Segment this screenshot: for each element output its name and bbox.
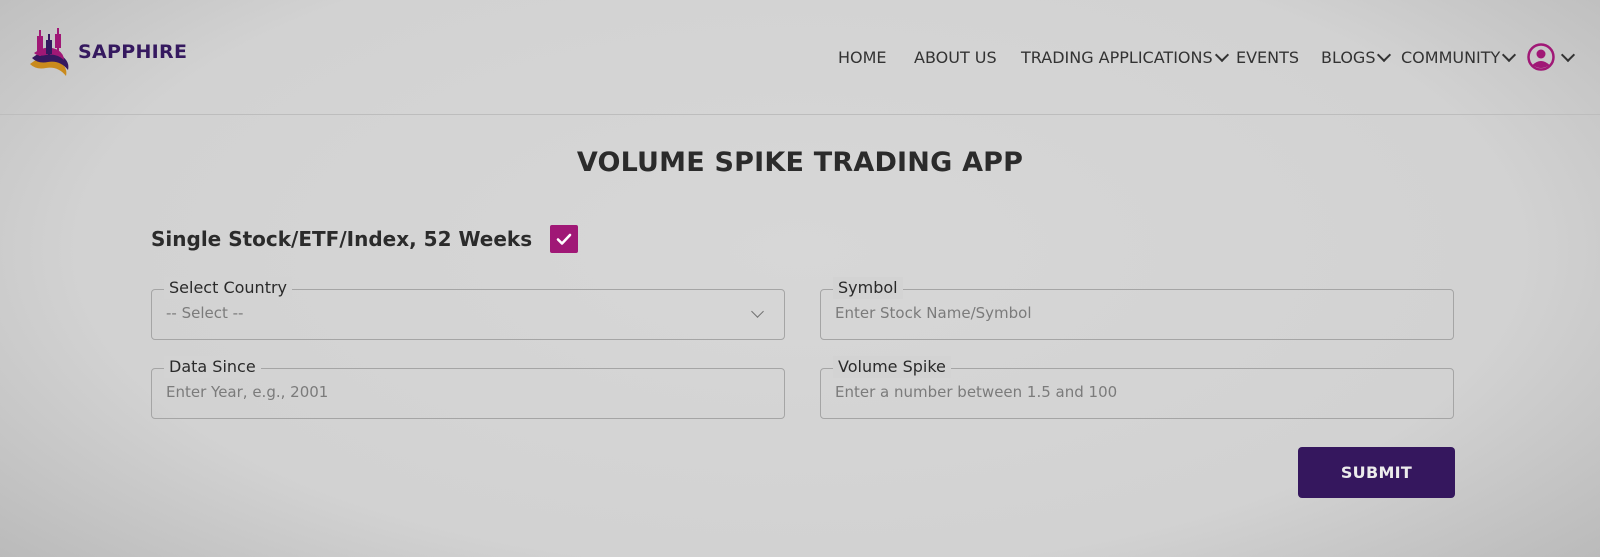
nav-item-label: EVENTS: [1236, 47, 1300, 67]
nav-item-label: BLOGS: [1321, 47, 1376, 67]
nav-item-label: COMMUNITY: [1401, 47, 1501, 67]
nav-item-home[interactable]: HOME: [838, 40, 887, 74]
mode-label: Single Stock/ETF/Index, 52 Weeks: [151, 227, 533, 251]
nav-item-label: TRADING APPLICATIONS: [1021, 47, 1213, 67]
user-circle-icon: [1527, 43, 1555, 71]
checkmark-icon: [556, 233, 572, 245]
nav-item-events[interactable]: EVENTS: [1236, 40, 1299, 74]
chevron-down-icon: [1377, 47, 1392, 62]
main-nav: HOME ABOUT US TRADING APPLICATIONS EVENT…: [0, 40, 1600, 74]
mode-option: Single Stock/ETF/Index, 52 Weeks: [151, 224, 579, 254]
nav-item-trading-applications[interactable]: TRADING APPLICATIONS: [1021, 40, 1229, 74]
nav-item-community[interactable]: COMMUNITY: [1401, 40, 1517, 74]
page-title: VOLUME SPIKE TRADING APP: [576, 147, 1024, 178]
nav-item-about-us[interactable]: ABOUT US: [914, 40, 997, 74]
chevron-down-icon: [1560, 47, 1576, 62]
volume-spike-placeholder: Enter a number between 1.5 and 100: [835, 383, 1118, 401]
symbol-input[interactable]: Symbol Enter Stock Name/Symbol: [820, 277, 1454, 340]
submit-button[interactable]: SUBMIT: [1298, 447, 1455, 498]
volume-spike-input[interactable]: Volume Spike Enter a number between 1.5 …: [820, 356, 1454, 419]
chevron-down-icon: [1502, 47, 1517, 62]
data-since-placeholder: Enter Year, e.g., 2001: [166, 383, 329, 401]
chevron-down-icon: [1214, 47, 1229, 62]
country-value: -- Select --: [166, 304, 244, 322]
nav-item-label: HOME: [838, 47, 887, 67]
nav-item-label: ABOUT US: [914, 47, 997, 67]
data-since-label: Data Since: [164, 356, 261, 378]
country-label: Select Country: [164, 277, 293, 299]
data-since-input[interactable]: Data Since Enter Year, e.g., 2001: [151, 356, 785, 419]
site-header: SAPPHIRE HOME ABOUT US TRADING APPLICATI…: [0, 0, 1600, 115]
mode-checkbox[interactable]: [550, 225, 579, 253]
volume-spike-label: Volume Spike: [833, 356, 951, 378]
chevron-down-icon: [751, 305, 764, 318]
symbol-label: Symbol: [833, 277, 903, 299]
user-menu[interactable]: [1527, 40, 1576, 74]
symbol-placeholder: Enter Stock Name/Symbol: [835, 304, 1032, 322]
country-select[interactable]: Select Country -- Select --: [151, 277, 785, 340]
nav-item-blogs[interactable]: BLOGS: [1321, 40, 1392, 74]
